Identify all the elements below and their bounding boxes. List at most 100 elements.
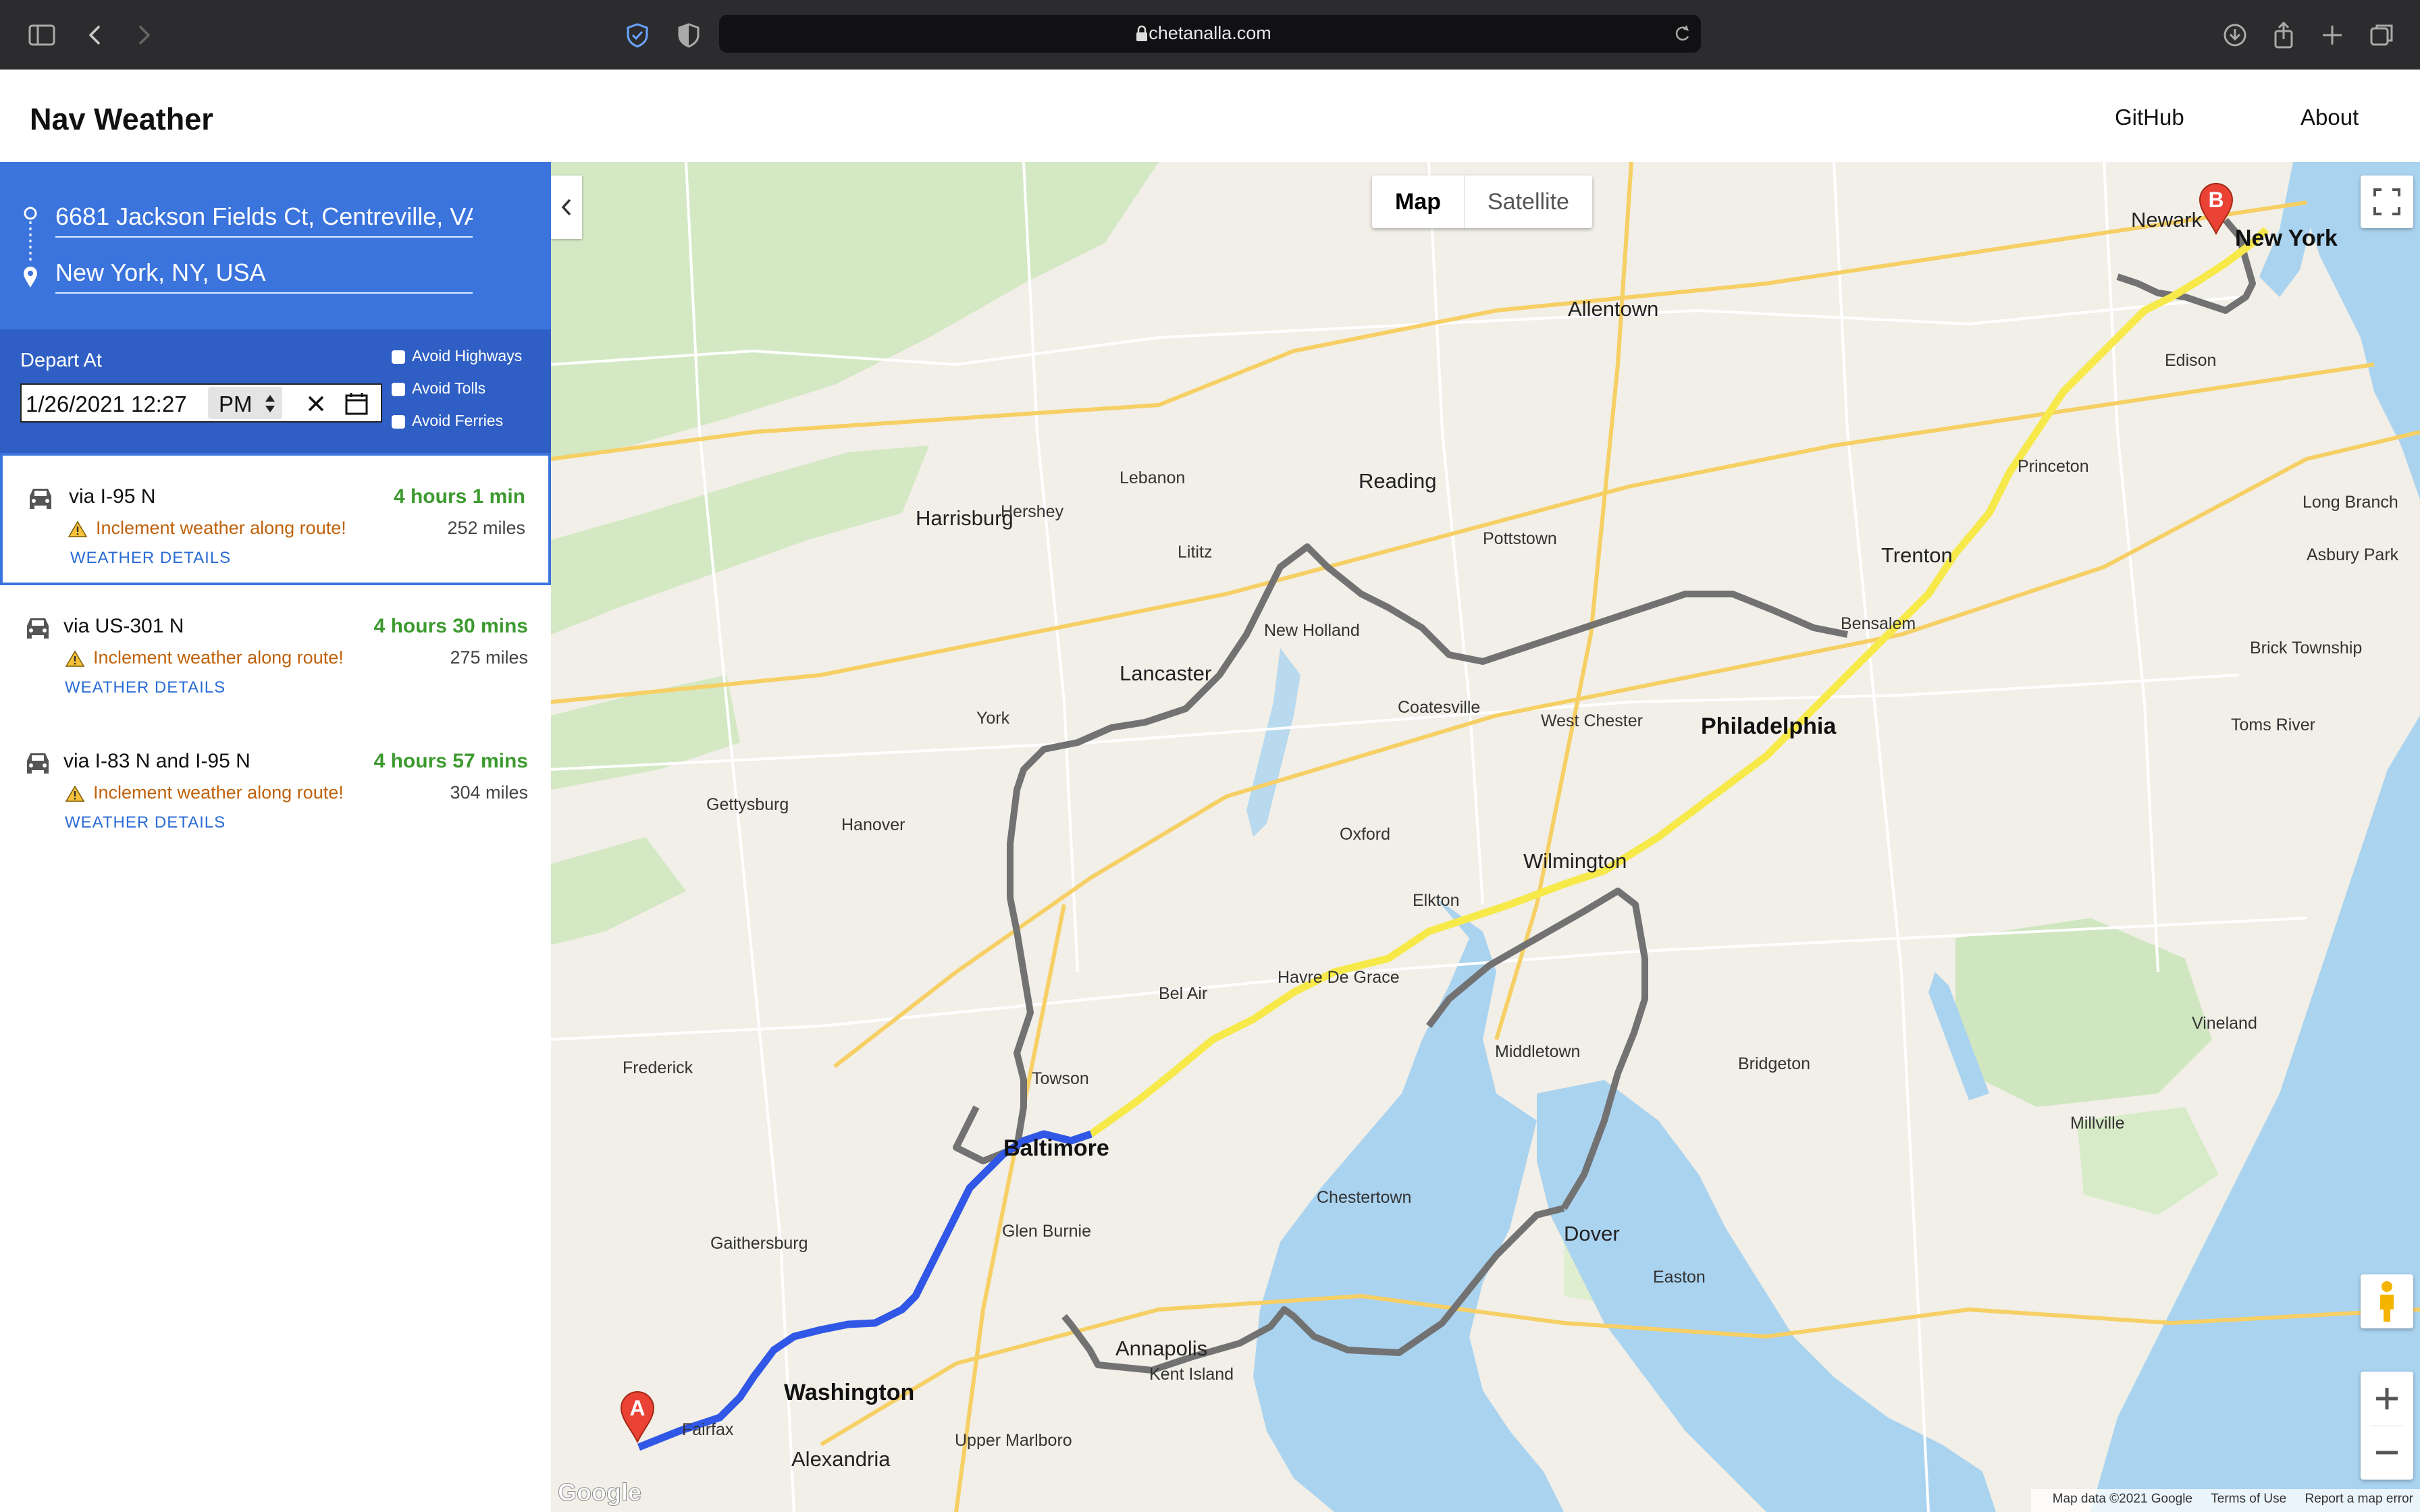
map-label-place: Trenton — [1881, 543, 1953, 567]
weather-details-link[interactable]: WEATHER DETAILS — [65, 678, 226, 697]
tab-overview-icon[interactable] — [2367, 20, 2397, 50]
option-avoid-highways[interactable]: Avoid Highways — [392, 347, 522, 365]
privacy-shield-icon[interactable] — [623, 20, 652, 50]
weather-details-link[interactable]: WEATHER DETAILS — [70, 549, 231, 568]
map-label-place: New Holland — [1264, 621, 1360, 640]
marker-start-label: A — [629, 1396, 646, 1420]
clear-icon[interactable] — [305, 393, 327, 414]
depart-datetime-input[interactable]: 1/26/2021 12:27 PM — [20, 383, 382, 423]
avoid-tolls-label: Avoid Tolls — [412, 379, 486, 397]
map-label-place: Middletown — [1495, 1042, 1581, 1061]
content-blocker-icon[interactable] — [674, 20, 704, 50]
map-label-place: Easton — [1653, 1268, 1706, 1287]
zoom-controls — [2361, 1372, 2413, 1480]
terms-of-use-link[interactable]: Terms of Use — [2211, 1492, 2286, 1506]
map-label-place: Pottstown — [1483, 529, 1557, 548]
url-text: chetanalla.com — [1149, 23, 1271, 43]
ampm-value: PM — [219, 392, 253, 416]
zoom-out-icon[interactable] — [2373, 1439, 2400, 1466]
reload-icon[interactable] — [1673, 24, 1691, 43]
depart-label: Depart At — [20, 350, 102, 371]
marker-end[interactable]: B — [2197, 181, 2235, 238]
route-via: via I-95 N — [69, 485, 156, 508]
map-label-place: Hershey — [1001, 502, 1064, 521]
route-line-alt-3[interactable] — [953, 543, 1848, 1164]
address-bar[interactable]: chetanalla.com — [719, 15, 1701, 53]
map-label-place: Kent Island — [1149, 1365, 1234, 1384]
avoid-tolls-checkbox[interactable] — [392, 382, 405, 396]
option-avoid-tolls[interactable]: Avoid Tolls — [392, 379, 485, 398]
ampm-stepper[interactable]: PM — [208, 387, 282, 419]
origin-input[interactable]: 6681 Jackson Fields Ct, Centreville, VA — [55, 202, 473, 238]
option-avoid-ferries[interactable]: Avoid Ferries — [392, 412, 503, 430]
downloads-icon[interactable] — [2220, 20, 2250, 50]
map-label-place: Gaithersburg — [710, 1234, 808, 1253]
avoid-ferries-checkbox[interactable] — [392, 414, 405, 429]
avoid-highways-label: Avoid Highways — [412, 347, 523, 364]
map-type-map-button[interactable]: Map — [1372, 176, 1464, 228]
map-label-place: Millville — [2070, 1114, 2125, 1133]
collapse-sidebar-button[interactable] — [551, 176, 582, 239]
map-label-place: Wilmington — [1523, 849, 1627, 873]
avoid-highways-checkbox[interactable] — [392, 350, 405, 364]
map-label-place: Newark — [2131, 208, 2203, 232]
google-logo[interactable]: Google — [558, 1478, 642, 1507]
route-distance: 275 miles — [450, 647, 528, 668]
route-duration: 4 hours 57 mins — [373, 750, 528, 772]
map-label-place: Brick Township — [2250, 639, 2363, 657]
map-label-place: Long Branch — [2303, 493, 2398, 512]
car-icon — [30, 489, 51, 509]
map-label-place: Oxford — [1340, 825, 1391, 844]
map-label-place: Havre De Grace — [1278, 968, 1400, 987]
nav-link-github[interactable]: GitHub — [2115, 105, 2184, 130]
map-label-place: Toms River — [2231, 716, 2316, 734]
map-label-city: Baltimore — [1003, 1135, 1109, 1161]
new-tab-icon[interactable] — [2317, 20, 2347, 50]
map-label-place: Lititz — [1178, 543, 1213, 562]
map-label-place: Coatesville — [1398, 698, 1481, 717]
fullscreen-button[interactable] — [2361, 176, 2413, 228]
street-view-button[interactable] — [2361, 1274, 2413, 1328]
map-label-place: Alexandria — [791, 1447, 891, 1471]
weather-warning: Inclement weather along route! — [96, 518, 346, 538]
map-canvas[interactable] — [551, 162, 2420, 1512]
destination-input[interactable]: New York, NY, USA — [55, 259, 473, 294]
map-label-place: Towson — [1032, 1069, 1089, 1088]
warning-icon — [65, 650, 85, 667]
map-label-place: Glen Burnie — [1002, 1222, 1092, 1241]
map-label-place: Lebanon — [1120, 468, 1186, 487]
map-label-place: Vineland — [2192, 1014, 2257, 1033]
warning-icon — [68, 520, 88, 537]
marker-start[interactable]: A — [619, 1389, 656, 1447]
map[interactable]: Philadelphia Baltimore Washington New Yo… — [551, 162, 2420, 1512]
zoom-in-icon[interactable] — [2373, 1385, 2400, 1412]
map-label-place: Bensalem — [1841, 614, 1916, 633]
map-type-satellite-button[interactable]: Satellite — [1464, 176, 1592, 228]
forward-icon[interactable] — [128, 20, 158, 50]
route-option-1[interactable]: via I-95 N 4 hours 1 min Inclement weath… — [0, 453, 551, 585]
sidebar: 6681 Jackson Fields Ct, Centreville, VA … — [0, 162, 551, 1512]
marker-end-label: B — [2208, 188, 2224, 212]
route-option-2[interactable]: via US-301 N 4 hours 30 mins Inclement w… — [0, 585, 551, 718]
map-label-place: Reading — [1359, 469, 1437, 493]
route-option-3[interactable]: via I-83 N and I-95 N 4 hours 57 mins In… — [0, 720, 551, 853]
nav-link-about[interactable]: About — [2300, 105, 2359, 130]
route-inputs: 6681 Jackson Fields Ct, Centreville, VA … — [0, 162, 551, 329]
car-icon — [27, 753, 49, 774]
weather-details-link[interactable]: WEATHER DETAILS — [65, 813, 226, 832]
share-icon[interactable] — [2269, 20, 2298, 50]
map-label-place: Hanover — [841, 815, 905, 834]
route-duration: 4 hours 30 mins — [373, 615, 528, 637]
map-label-place: Allentown — [1568, 297, 1659, 321]
route-distance: 252 miles — [447, 518, 525, 538]
pegman-icon — [2380, 1281, 2394, 1322]
map-label-place: Princeton — [2018, 457, 2089, 476]
back-icon[interactable] — [81, 20, 111, 50]
stepper-arrows-icon — [265, 395, 275, 412]
report-error-link[interactable]: Report a map error — [2305, 1492, 2413, 1506]
sidebar-toggle-icon[interactable] — [27, 20, 57, 50]
avoid-ferries-label: Avoid Ferries — [412, 412, 504, 429]
car-icon — [27, 618, 49, 639]
map-label-place: Upper Marlboro — [955, 1431, 1072, 1450]
calendar-icon[interactable] — [344, 392, 369, 416]
